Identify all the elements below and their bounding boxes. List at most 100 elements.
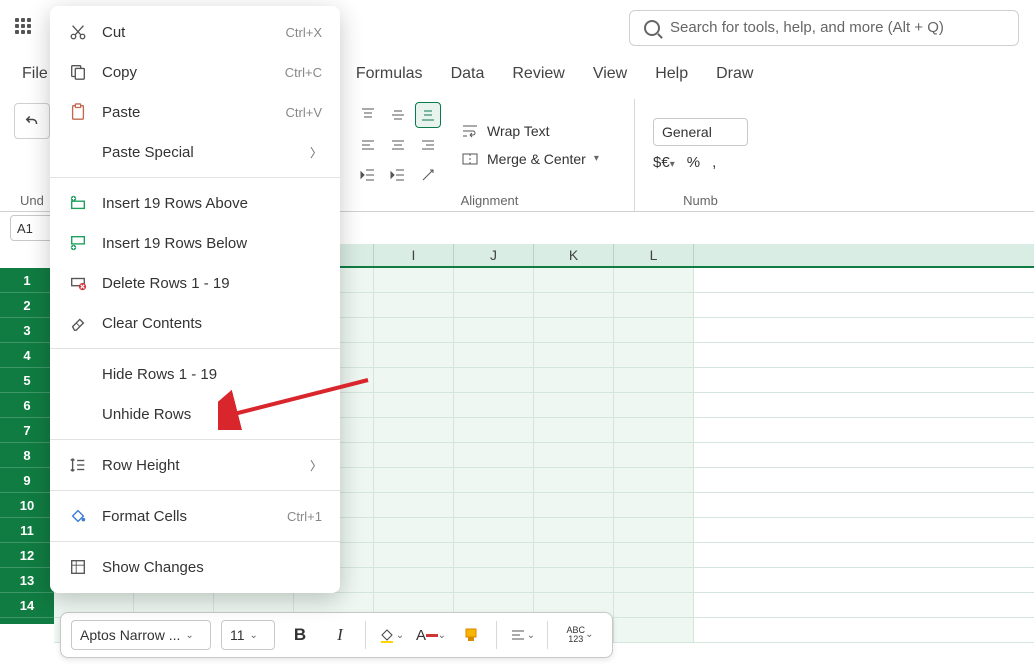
cell[interactable] [534,468,614,492]
cell[interactable] [374,293,454,317]
cell[interactable] [534,568,614,592]
cell[interactable] [454,268,534,292]
column-header[interactable]: J [454,244,534,266]
cm-paste[interactable]: Paste Ctrl+V [50,92,340,132]
float-font-select[interactable]: Aptos Narrow ...⌄ [71,620,211,650]
row-header[interactable]: 5 [0,368,54,393]
cell[interactable] [534,318,614,342]
cell[interactable] [614,293,694,317]
menu-file[interactable]: File [22,65,48,83]
cell[interactable] [614,443,694,467]
row-header[interactable]: 2 [0,293,54,318]
cell[interactable] [614,568,694,592]
cell[interactable] [614,393,694,417]
merge-center-button[interactable]: Merge & Center▾ [461,150,599,168]
float-highlight-button[interactable] [456,620,486,650]
cell[interactable] [374,518,454,542]
cell[interactable] [454,568,534,592]
cell[interactable] [374,543,454,567]
cell[interactable] [374,468,454,492]
cm-paste-special[interactable]: Paste Special 〉 [50,132,340,172]
cell[interactable] [374,393,454,417]
cell[interactable] [614,493,694,517]
row-header[interactable]: 10 [0,493,54,518]
indent-decrease-button[interactable] [355,162,381,188]
cm-cut[interactable]: Cut Ctrl+X [50,12,340,52]
currency-button[interactable]: $€▾ [653,154,675,171]
cell[interactable] [374,418,454,442]
row-header[interactable]: 14 [0,593,54,618]
cell[interactable] [534,393,614,417]
cell[interactable] [374,268,454,292]
align-top-button[interactable] [355,102,381,128]
menu-data[interactable]: Data [451,65,485,83]
cm-delete-rows[interactable]: Delete Rows 1 - 19 [50,263,340,303]
cell[interactable] [534,343,614,367]
align-center-button[interactable] [385,132,411,158]
align-middle-button[interactable] [385,102,411,128]
wrap-text-button[interactable]: Wrap Text [461,122,599,140]
cell[interactable] [534,543,614,567]
row-header[interactable]: 7 [0,418,54,443]
float-bold-button[interactable]: B [285,620,315,650]
comma-button[interactable]: , [712,154,716,171]
number-format-select[interactable]: General [653,118,748,146]
cell[interactable] [614,543,694,567]
cell[interactable] [454,543,534,567]
cell[interactable] [534,493,614,517]
row-header[interactable]: 3 [0,318,54,343]
cell[interactable] [614,343,694,367]
cell[interactable] [454,368,534,392]
column-header[interactable]: L [614,244,694,266]
cell[interactable] [374,443,454,467]
menu-help[interactable]: Help [655,65,688,83]
float-size-select[interactable]: 11⌄ [221,620,275,650]
float-font-color-button[interactable]: A⌄ [416,620,446,650]
cell[interactable] [534,268,614,292]
cell[interactable] [614,318,694,342]
cell[interactable] [454,293,534,317]
menu-formulas[interactable]: Formulas [356,65,423,83]
cm-hide-rows[interactable]: Hide Rows 1 - 19 [50,354,340,394]
cell[interactable] [614,518,694,542]
align-right-button[interactable] [415,132,441,158]
float-number-format-button[interactable]: ABC 123⌄ [558,620,602,650]
cm-show-changes[interactable]: Show Changes [50,547,340,587]
cm-unhide-rows[interactable]: Unhide Rows [50,394,340,434]
cell[interactable] [614,268,694,292]
column-header[interactable]: I [374,244,454,266]
cell[interactable] [614,418,694,442]
cell[interactable] [374,493,454,517]
cell[interactable] [534,293,614,317]
column-header[interactable]: K [534,244,614,266]
indent-increase-button[interactable] [385,162,411,188]
cell[interactable] [614,368,694,392]
cell[interactable] [374,318,454,342]
row-header[interactable]: 15 [0,618,54,643]
cm-format-cells[interactable]: Format Cells Ctrl+1 [50,496,340,536]
percent-button[interactable]: % [687,154,700,171]
cell[interactable] [614,618,694,642]
cell[interactable] [454,518,534,542]
align-bottom-button[interactable] [415,102,441,128]
row-header[interactable]: 11 [0,518,54,543]
cell[interactable] [454,418,534,442]
row-header[interactable]: 13 [0,568,54,593]
cell[interactable] [454,318,534,342]
cm-row-height[interactable]: Row Height 〉 [50,445,340,485]
cm-insert-above[interactable]: Insert 19 Rows Above [50,183,340,223]
cell[interactable] [454,343,534,367]
menu-draw[interactable]: Draw [716,65,753,83]
cell[interactable] [374,568,454,592]
undo-button[interactable] [14,103,50,139]
menu-review[interactable]: Review [512,65,564,83]
cm-copy[interactable]: Copy Ctrl+C [50,52,340,92]
cell[interactable] [534,418,614,442]
cm-clear[interactable]: Clear Contents [50,303,340,343]
cell[interactable] [374,343,454,367]
menu-view[interactable]: View [593,65,627,83]
cell[interactable] [454,393,534,417]
row-header[interactable]: 6 [0,393,54,418]
cell[interactable] [614,593,694,617]
row-header[interactable]: 8 [0,443,54,468]
